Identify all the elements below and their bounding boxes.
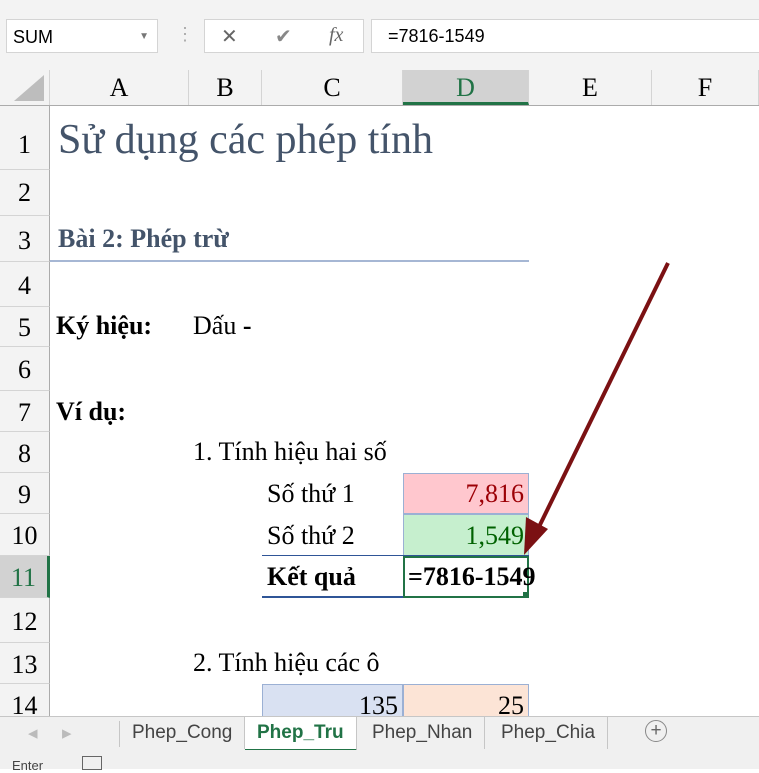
result-edit-text[interactable]: =7816-1549 xyxy=(408,562,535,592)
title-cell[interactable]: Sử dụng các phép tính xyxy=(58,116,433,164)
row-header-9[interactable]: 9 xyxy=(0,473,50,514)
row-header-13[interactable]: 13 xyxy=(0,643,50,684)
symbol-text: Dấu xyxy=(193,311,237,340)
minus-sign: - xyxy=(242,311,252,340)
column-header-f[interactable]: F xyxy=(652,70,759,105)
arrow-annotation xyxy=(524,262,670,555)
cancel-icon[interactable]: ✕ xyxy=(221,24,238,49)
row-header-11[interactable]: 11 xyxy=(0,556,50,598)
subtitle-cell[interactable]: Bài 2: Phép trừ xyxy=(58,224,229,254)
example-2-label[interactable]: 2. Tính hiệu các ô xyxy=(193,648,380,678)
fill-handle[interactable] xyxy=(523,592,529,598)
status-mode: Enter xyxy=(12,758,44,773)
row-header-3[interactable]: 3 xyxy=(0,216,50,262)
enter-icon[interactable]: ✔ xyxy=(275,24,292,49)
column-header-b[interactable]: B xyxy=(189,70,262,105)
column-header-a[interactable]: A xyxy=(50,70,189,105)
add-sheet-icon[interactable]: + xyxy=(645,720,667,742)
row-header-4[interactable]: 4 xyxy=(0,262,50,307)
formula-input[interactable]: =7816-1549 xyxy=(371,19,759,53)
tab-phep-tru[interactable]: Phep_Tru xyxy=(245,717,357,752)
sheet-tab-bar: ◂ ▸ Phep_Cong Phep_Tru Phep_Nhan Phep_Ch… xyxy=(0,716,759,752)
heading-underline xyxy=(50,260,529,262)
column-header-d[interactable]: D xyxy=(403,70,529,105)
select-all-button[interactable] xyxy=(0,70,50,105)
row-header-10[interactable]: 10 xyxy=(0,514,50,556)
symbol-label[interactable]: Ký hiệu: xyxy=(56,311,152,341)
chevron-down-icon[interactable]: ▼ xyxy=(139,20,149,54)
row-header-12[interactable]: 12 xyxy=(0,598,50,643)
row-header-5[interactable]: 5 xyxy=(0,307,50,347)
tab-phep-cong[interactable]: Phep_Cong xyxy=(120,717,246,749)
macro-record-icon[interactable] xyxy=(82,756,102,770)
tab-phep-nhan[interactable]: Phep_Nhan xyxy=(360,717,486,749)
scroll-left-icon[interactable]: ◂ xyxy=(28,722,38,745)
example-1-label[interactable]: 1. Tính hiệu hai số xyxy=(193,437,387,467)
row-header-8[interactable]: 8 xyxy=(0,432,50,473)
symbol-value[interactable]: Dấu - xyxy=(193,311,252,341)
column-header-e[interactable]: E xyxy=(529,70,652,105)
num1-label[interactable]: Số thứ 1 xyxy=(267,479,355,509)
formula-buttons: ✕ ✔ fx xyxy=(204,19,364,53)
example-label[interactable]: Ví dụ: xyxy=(56,397,126,427)
column-headers: A B C D E F xyxy=(0,70,759,106)
num2-label[interactable]: Số thứ 2 xyxy=(267,521,355,551)
name-box-value: SUM xyxy=(13,27,53,47)
row-header-7[interactable]: 7 xyxy=(0,391,50,432)
result-label[interactable]: Kết quả xyxy=(267,562,356,592)
row-header-6[interactable]: 6 xyxy=(0,347,50,391)
column-header-c[interactable]: C xyxy=(262,70,403,105)
status-bar: Enter xyxy=(0,750,759,773)
tab-phep-chia[interactable]: Phep_Chia xyxy=(489,717,609,749)
row-header-2[interactable]: 2 xyxy=(0,170,50,216)
drag-handle-icon[interactable]: ⋮ xyxy=(176,24,194,45)
row-header-1[interactable]: 1 xyxy=(0,106,50,170)
scroll-right-icon[interactable]: ▸ xyxy=(62,722,72,745)
name-box[interactable]: SUM ▼ xyxy=(6,19,158,53)
insert-function-icon[interactable]: fx xyxy=(329,24,343,47)
